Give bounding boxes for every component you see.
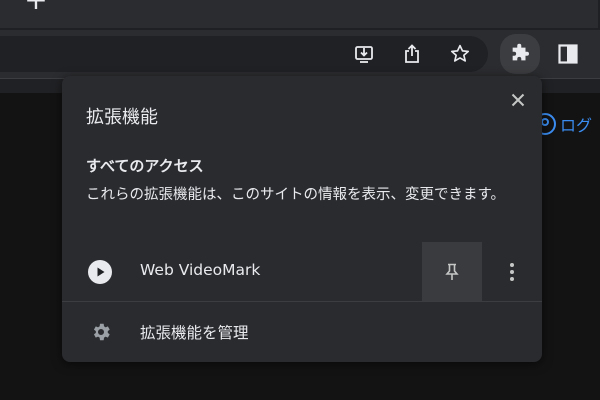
- new-tab-button[interactable]: +: [22, 0, 50, 14]
- close-icon[interactable]: [506, 88, 530, 112]
- manage-extensions-item[interactable]: 拡張機能を管理: [62, 302, 542, 362]
- manage-extensions-label: 拡張機能を管理: [140, 324, 249, 342]
- pin-extension-button[interactable]: [422, 242, 482, 302]
- extension-name: Web VideoMark: [140, 261, 261, 279]
- full-access-description: これらの拡張機能は、このサイトの情報を表示、変更できます。: [86, 187, 506, 203]
- active-tab[interactable]: [0, 0, 598, 28]
- extension-item[interactable]: Web VideoMark: [62, 242, 542, 302]
- full-access-heading: すべてのアクセス: [86, 157, 204, 175]
- play-circle-icon: [88, 260, 112, 284]
- extensions-puzzle-icon[interactable]: [500, 34, 540, 74]
- share-icon[interactable]: [396, 38, 428, 70]
- gear-icon: [93, 323, 110, 341]
- install-icon[interactable]: [348, 38, 380, 70]
- browser-toolbar: [0, 30, 600, 78]
- menu-title: 拡張機能: [86, 107, 158, 128]
- login-link-text: ログ: [560, 116, 593, 135]
- pin-icon: [445, 263, 459, 280]
- tab-strip: +: [0, 0, 600, 30]
- bookmark-star-icon[interactable]: [444, 38, 476, 70]
- side-panel-icon[interactable]: [552, 38, 584, 70]
- login-link[interactable]: ログ: [534, 112, 592, 136]
- more-vert-icon[interactable]: [500, 260, 524, 284]
- extensions-menu: 拡張機能 すべてのアクセス これらの拡張機能は、このサイトの情報を表示、変更でき…: [62, 76, 542, 362]
